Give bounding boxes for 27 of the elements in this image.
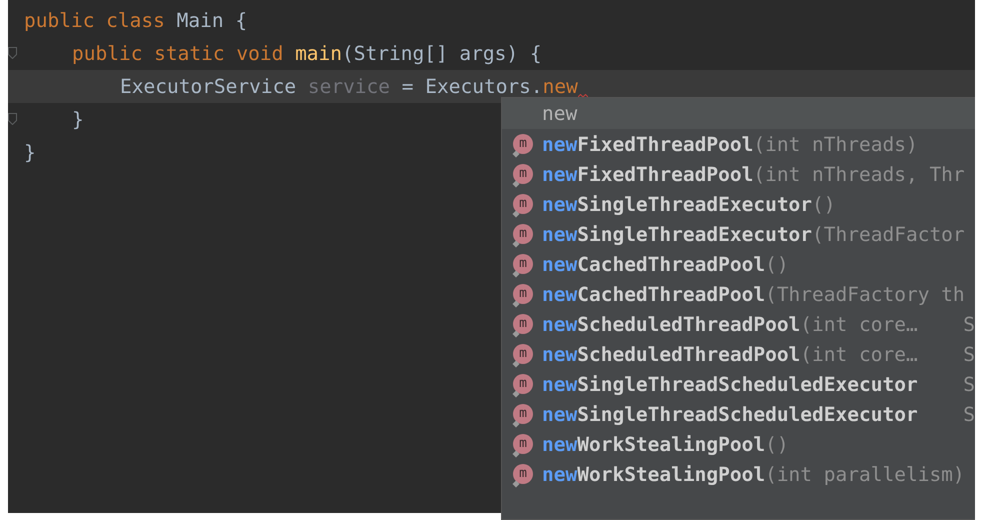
completion-item[interactable]: m newCachedThreadPool(ThreadFactory th [502, 279, 975, 309]
fold-marker-icon[interactable] [8, 113, 17, 125]
code-token: } [24, 141, 36, 164]
code-token: main [294, 42, 342, 65]
code-token: new [542, 75, 578, 98]
completion-item[interactable]: m newSingleThreadExecutor() [502, 189, 975, 219]
completion-item[interactable]: m newScheduledThreadPool(int core… S [502, 309, 975, 339]
completion-item[interactable]: m newWorkStealingPool() [502, 429, 975, 459]
code-token: public static void [72, 42, 284, 65]
fold-marker-icon[interactable] [8, 47, 17, 59]
code-token: (String[] args) { [342, 42, 542, 65]
completion-item[interactable]: m newSingleThreadScheduledExecutor S [502, 399, 975, 429]
error-squiggle-icon [578, 94, 588, 98]
code-token: ExecutorService [120, 75, 296, 98]
code-token: public class [24, 9, 165, 32]
code-token: } [72, 108, 84, 131]
code-token: Main { [176, 9, 248, 32]
completion-item[interactable]: m newScheduledThreadPool(int core… S [502, 339, 975, 369]
completion-query: new [502, 98, 975, 129]
completion-item[interactable]: m newFixedThreadPool(int nThreads, Thr [502, 159, 975, 189]
completion-item[interactable]: m newSingleThreadScheduledExecutor S [502, 369, 975, 399]
completion-item[interactable]: m newCachedThreadPool() [502, 249, 975, 279]
code-token: service [306, 75, 390, 98]
completion-item[interactable]: m newFixedThreadPool(int nThreads) [502, 129, 975, 159]
completion-item[interactable]: m newSingleThreadExecutor(ThreadFactor [502, 219, 975, 249]
code-token: = Executors. [400, 75, 543, 98]
completion-item[interactable]: m newWorkStealingPool(int parallelism) [502, 459, 975, 489]
